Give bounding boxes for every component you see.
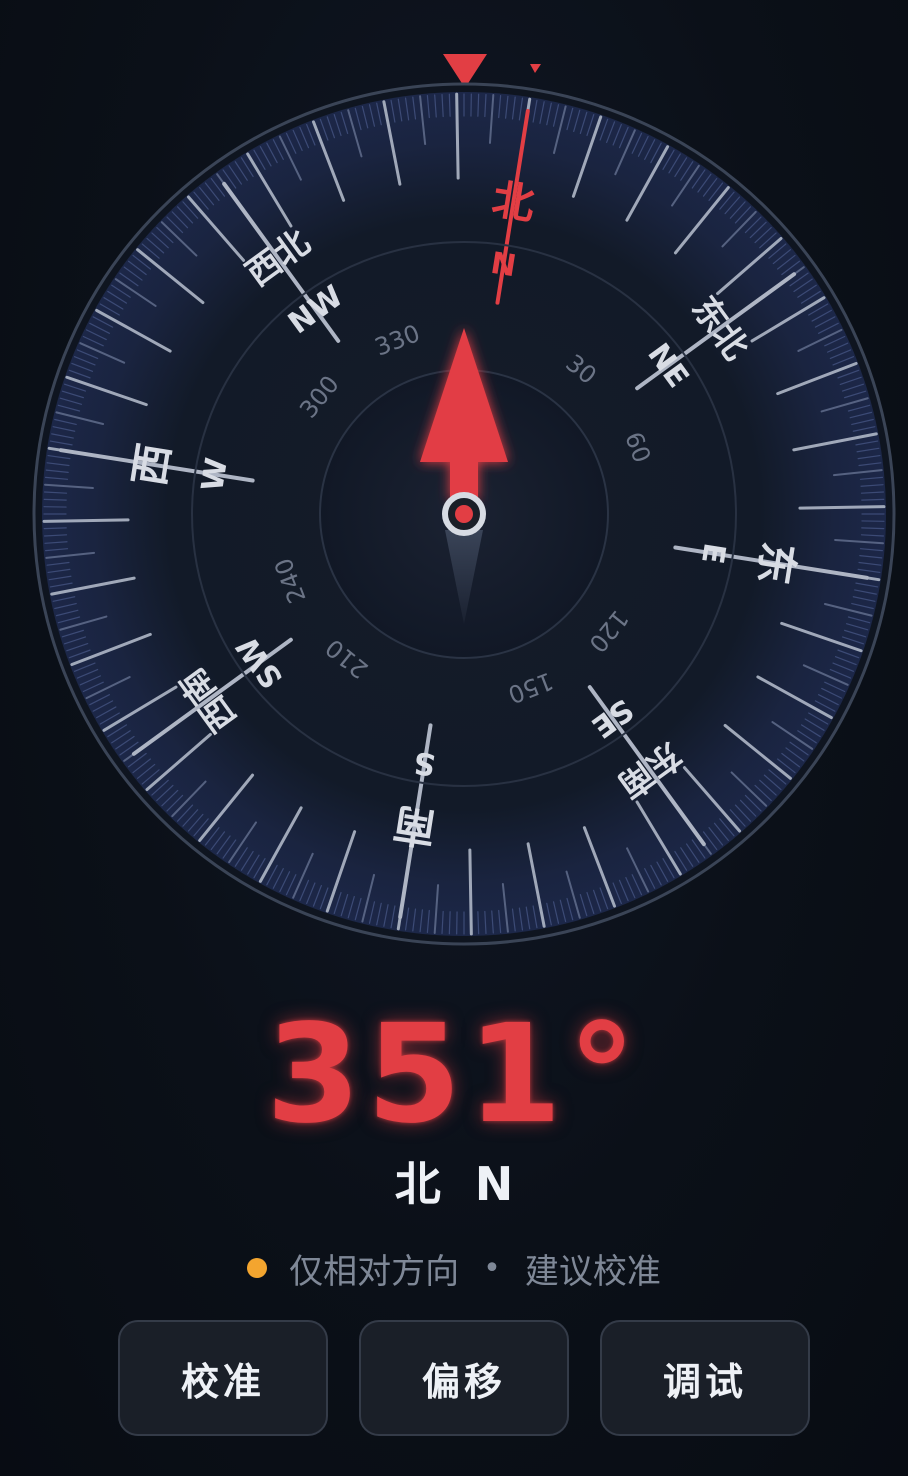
calibration-status: 仅相对方向 • 建议校准 [0,1240,908,1296]
cardinal-label-zh: 南 [390,799,439,854]
offset-button[interactable]: 偏移 [359,1320,569,1436]
debug-button[interactable]: 调试 [600,1320,810,1436]
cardinal-label-en: W [195,455,235,493]
cardinal-label-zh: 北 [489,174,538,229]
status-relative-text: 仅相对方向 [289,1251,460,1292]
compass-dial[interactable]: 北N东北NE东E东南SE南S西南SW西 W西北NW3060120150210240… [0,0,908,960]
heading-direction: 北 N [394,1157,514,1211]
calibrate-button[interactable]: 校准 [118,1320,328,1436]
status-indicator-icon [247,1258,268,1278]
compass-app: 北 N 东北 NE 东 E 东南 SE 南 S 西南 SW 西 W 西北 NW 30 60 120 150 210 240… [0,0,908,1476]
status-separator: • [483,1250,501,1286]
status-calibrate-hint: 建议校准 [524,1251,661,1292]
compass-dial-area: 北 N 东北 NE 东 E 东南 SE 南 S 西南 SW 西 W 西北 NW 30 60 120 150 210 240… [0,0,908,960]
cardinal-label-zh: 东 [749,539,804,588]
cardinal-label-zh: 西 [124,440,179,489]
needle-pivot-dot [455,505,473,523]
action-bar: 校准 偏移 调试 [118,1320,810,1438]
heading-degrees: 351° [266,996,642,1154]
heading-sub-marker-icon [530,64,541,73]
